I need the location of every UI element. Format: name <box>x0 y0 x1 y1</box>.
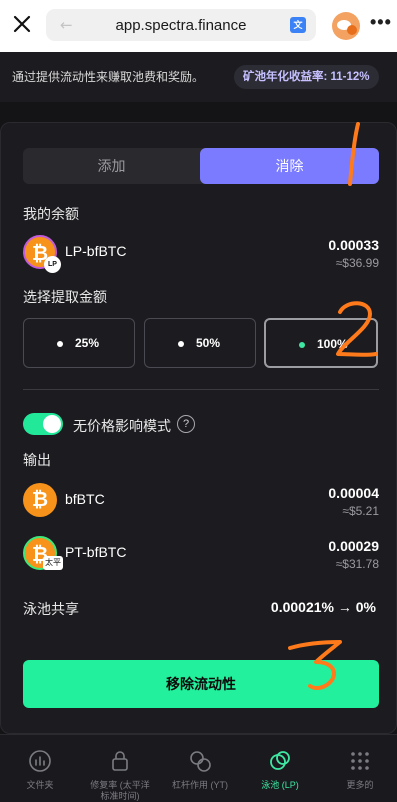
nav-fixed-rate[interactable]: 修复率 (太平洋标准时间) <box>80 735 160 802</box>
help-icon[interactable]: ? <box>177 415 195 433</box>
promo-banner: 通过提供流动性来赚取池费和奖励。 矿池年化收益率: 11-12% <box>0 52 397 102</box>
annotation-3 <box>288 640 342 690</box>
nav-leverage[interactable]: 杠杆作用 (YT) <box>160 735 240 802</box>
grid-icon <box>351 752 369 770</box>
annotation-1 <box>348 122 360 186</box>
apy-badge: 矿池年化收益率: 11-12% <box>234 65 379 89</box>
more-options-icon[interactable]: ••• <box>370 12 392 33</box>
output-row: ₿ bfBTC 0.00004 ≈$5.21 <box>23 483 379 521</box>
output-token-name: bfBTC <box>65 491 105 507</box>
no-price-impact-toggle[interactable] <box>23 413 63 435</box>
balance-usd: ≈$36.99 <box>335 256 379 270</box>
no-price-impact-label: 无价格影响模式 <box>73 418 171 434</box>
output-label: 输出 <box>23 452 51 468</box>
lp-badge: LP <box>44 256 61 273</box>
output-row: ₿ 太平 PT-bfBTC 0.00029 ≈$31.78 <box>23 536 379 574</box>
bottom-nav: 文件夹 修复率 (太平洋标准时间) 杠杆作用 (YT) 泳池 (LP) 更多的 <box>0 734 397 802</box>
withdraw-label: 选择提取金额 <box>23 289 107 305</box>
promo-text: 通过提供流动性来赚取池费和奖励。 <box>12 70 205 84</box>
balance-label: 我的余额 <box>23 206 79 222</box>
url-text: app.spectra.finance <box>115 17 247 34</box>
bitcoin-icon: ₿ <box>23 483 57 517</box>
nav-portfolio[interactable]: 文件夹 <box>0 735 80 802</box>
output-usd: ≈$31.78 <box>335 557 379 571</box>
divider <box>23 389 379 390</box>
chart-circle-icon <box>29 750 51 772</box>
output-token-name: PT-bfBTC <box>65 544 127 560</box>
nav-more[interactable]: 更多的 <box>320 735 397 802</box>
yt-icon <box>190 751 211 772</box>
translate-icon[interactable]: 文 <box>290 17 306 33</box>
output-amount: 0.00004 <box>328 485 379 501</box>
nav-pool[interactable]: 泳池 (LP) <box>240 735 320 802</box>
output-usd: ≈$5.21 <box>342 504 379 518</box>
dot-icon <box>57 341 63 347</box>
annotation-2 <box>336 301 378 357</box>
pt-bitcoin-icon: ₿ 太平 <box>23 536 63 570</box>
browser-bar: ← app.spectra.finance 文 ••• <box>0 0 397 52</box>
output-amount: 0.00029 <box>328 538 379 554</box>
url-bar[interactable]: ← app.spectra.finance 文 <box>46 9 316 41</box>
pct-25-button[interactable]: 25% <box>23 318 135 368</box>
pool-icon <box>270 751 290 770</box>
balance-amount: 0.00033 <box>328 237 379 253</box>
dot-icon <box>299 342 305 348</box>
close-icon[interactable] <box>10 12 34 36</box>
pool-share-value: 0.00021% → 0% <box>270 599 376 615</box>
mode-switch: 添加 消除 <box>23 148 379 184</box>
pt-badge: 太平 <box>43 556 63 570</box>
balance-row: ₿ LP LP-bfBTC 0.00033 ≈$36.99 <box>23 235 379 273</box>
lp-bitcoin-icon: ₿ LP <box>23 235 61 273</box>
dot-icon <box>178 341 184 347</box>
pct-50-button[interactable]: 50% <box>144 318 256 368</box>
mini-program-icon[interactable] <box>332 12 360 40</box>
pool-share-label: 泳池共享 <box>23 601 79 617</box>
lock-icon <box>112 751 128 771</box>
balance-token-name: LP-bfBTC <box>65 243 127 259</box>
tab-add[interactable]: 添加 <box>23 148 200 184</box>
